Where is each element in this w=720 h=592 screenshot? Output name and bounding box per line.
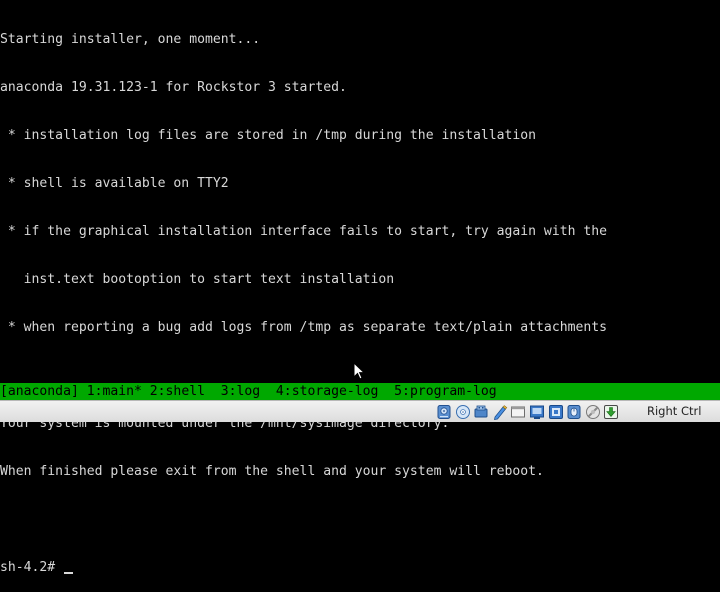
mouse-integration-icon[interactable] — [566, 404, 582, 420]
host-key-label: Right Ctrl — [647, 404, 702, 418]
console-line: Starting installer, one moment... — [0, 32, 261, 47]
tmux-status-bar: [anaconda] 1:main* 2:shell 3:log 4:stora… — [0, 383, 720, 400]
console-line: anaconda 19.31.123-1 for Rockstor 3 star… — [0, 80, 347, 95]
cpu-icon[interactable] — [585, 404, 601, 420]
tmux-window-main[interactable]: [anaconda] 1:main* — [0, 384, 150, 399]
tmux-window-program-log[interactable]: 5:program-log — [394, 384, 496, 399]
display-icon[interactable] — [510, 404, 526, 420]
shell-prompt-line[interactable]: sh-4.2# — [0, 560, 720, 576]
text-cursor — [64, 572, 74, 574]
console-screen[interactable]: Starting installer, one moment... anacon… — [0, 0, 720, 575]
optical-drive-icon[interactable] — [455, 404, 471, 420]
network-icon[interactable] — [529, 404, 545, 420]
mouse-pointer-icon — [353, 362, 365, 380]
tmux-window-log[interactable]: 3:log — [221, 384, 276, 399]
usb-icon[interactable] — [473, 404, 489, 420]
host-key-arrow-icon[interactable] — [603, 404, 619, 420]
shell-prompt: sh-4.2# — [0, 560, 64, 575]
tmux-window-shell[interactable]: 2:shell — [150, 384, 221, 399]
console-line: inst.text bootoption to start text insta… — [0, 272, 395, 287]
device-indicators — [436, 403, 622, 421]
virtualbox-status-bar: Right Ctrl — [0, 400, 720, 422]
console-line: When finished please exit from the shell… — [0, 464, 544, 479]
tmux-window-storage-log[interactable]: 4:storage-log — [276, 384, 394, 399]
console-line: * when reporting a bug add logs from /tm… — [0, 320, 607, 335]
shared-folders-icon[interactable] — [492, 404, 508, 420]
console-line: * if the graphical installation interfac… — [0, 224, 607, 239]
hard-disk-icon[interactable] — [436, 404, 452, 420]
video-capture-icon[interactable] — [548, 404, 564, 420]
console-line: * installation log files are stored in /… — [0, 128, 537, 143]
console-line: * shell is available on TTY2 — [0, 176, 229, 191]
